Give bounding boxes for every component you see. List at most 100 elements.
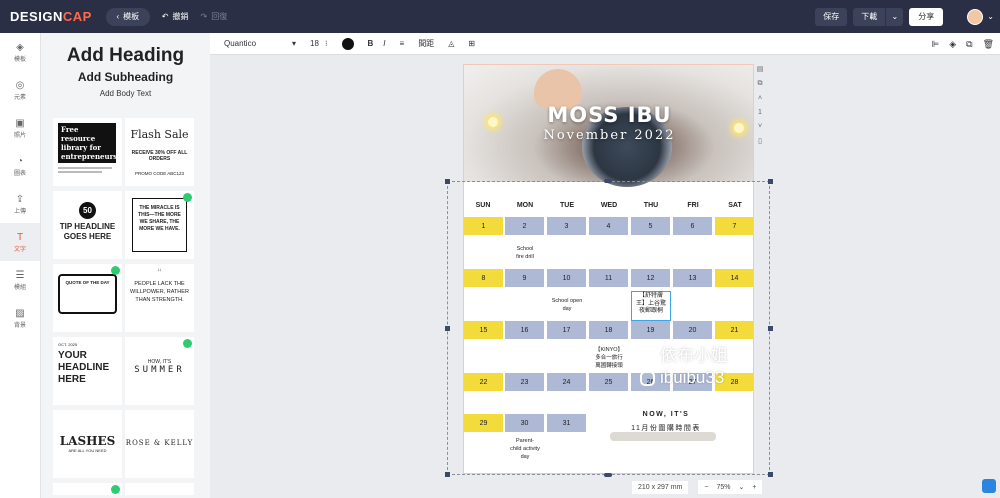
add-page-icon[interactable]: ▤ <box>757 65 764 73</box>
chevron-down-icon: ⌄ <box>891 12 899 21</box>
align-button[interactable]: ≡ <box>400 39 405 48</box>
page-title[interactable]: MOSS IBU <box>464 103 753 127</box>
back-to-templates-button[interactable]: ‹ 模板 <box>105 7 150 26</box>
delete-page-icon[interactable]: ▯ <box>758 137 762 145</box>
premium-badge <box>111 266 120 275</box>
download-button[interactable]: 下載 <box>853 7 886 26</box>
undo-button[interactable]: ↶ 撤銷 <box>162 11 189 22</box>
chevron-left-icon: ‹ <box>116 12 120 21</box>
nav-item-elements[interactable]: ◎ 元素 <box>0 71 40 109</box>
border-button[interactable]: ⊞ <box>468 39 475 48</box>
move-down-icon[interactable]: ˅ <box>758 123 762 130</box>
text-color-swatch[interactable] <box>341 37 354 50</box>
bottom-bar: 210 x 297 mm − 75% ⌄ + <box>632 477 763 497</box>
align-center-icon: ≡ <box>399 39 405 48</box>
list-icon: ☰ <box>15 269 25 281</box>
nav-item-charts[interactable]: ◔ 圖表 <box>0 147 40 185</box>
resize-handle[interactable] <box>604 473 612 477</box>
resize-handle[interactable] <box>445 326 450 331</box>
text-template-tile[interactable]: THE MIRACLE IS THIS—THE MORE WE SHARE, T… <box>125 191 194 259</box>
top-bar: DESIGNCAP ‹ 模板 ↶ 撤銷 ↷ 回復 保存 下載 ⌄ 分享 ⌄ <box>0 0 1000 33</box>
editing-text-box[interactable]: 【舒特膚 王】上谷驚 夜郵跟桐 <box>631 291 671 321</box>
text-template-tile[interactable]: OCT. 2025 YOUR HEADLINE HERE <box>53 337 122 405</box>
upload-icon: ⇪ <box>15 193 25 205</box>
photo-icon: ▣ <box>15 117 25 129</box>
paint-bucket-icon: ◬ <box>448 39 455 48</box>
watermark: 依布小姐 ibuibu33 <box>640 345 728 389</box>
left-nav: ◈ 模板 ◎ 元素 ▣ 照片 ◔ 圖表 ⇪ 上傳 T 文字 ☰ 模組 ▨ 背景 <box>0 33 41 498</box>
zoom-in-button[interactable]: + <box>752 484 756 491</box>
nav-item-text[interactable]: T 文字 <box>0 223 40 261</box>
copy-page-icon[interactable]: ⧉ <box>758 80 763 88</box>
page-size-label[interactable]: 210 x 297 mm <box>632 480 689 494</box>
redo-icon: ↷ <box>200 12 208 21</box>
premium-badge <box>183 193 192 202</box>
nav-item-modules[interactable]: ☰ 模組 <box>0 261 40 299</box>
text-panel: Add Heading Add Subheading Add Body Text… <box>41 33 210 498</box>
resize-handle[interactable] <box>604 179 612 183</box>
facebook-icon <box>640 348 655 364</box>
text-template-tile[interactable]: Free resource library for entrepreneurs <box>53 118 122 186</box>
zoom-level[interactable]: 75% <box>716 484 730 491</box>
save-button[interactable]: 保存 <box>815 7 848 26</box>
add-heading-button[interactable]: Add Heading <box>41 45 210 67</box>
premium-badge <box>111 485 120 494</box>
add-body-text-button[interactable]: Add Body Text <box>41 89 210 98</box>
text-template-tile[interactable] <box>125 483 194 495</box>
page-tools: ▤ ⧉ ˄ 1 ˅ ▯ <box>755 65 765 145</box>
spacing-button[interactable]: 間距 <box>418 38 434 49</box>
delete-icon[interactable]: 🗑 <box>983 39 994 50</box>
chevron-down-icon[interactable]: ⌄ <box>987 12 994 21</box>
resize-handle[interactable] <box>768 179 773 184</box>
text-icon: T <box>16 231 24 243</box>
text-template-tile[interactable]: LASHES ARE ALL YOU NEED <box>53 410 122 478</box>
app-logo[interactable]: DESIGNCAP <box>10 9 92 24</box>
nav-item-templates[interactable]: ◈ 模板 <box>0 33 40 71</box>
elements-icon: ◎ <box>15 79 25 91</box>
nav-item-photos[interactable]: ▣ 照片 <box>0 109 40 147</box>
nav-item-upload[interactable]: ⇪ 上傳 <box>0 185 40 223</box>
avatar[interactable] <box>967 8 984 25</box>
canvas-area: MOSS IBU November 2022 SUN MON TUE WED T… <box>210 55 1000 498</box>
resize-handle[interactable] <box>445 472 450 477</box>
chevron-down-icon[interactable]: ⌄ <box>738 483 744 491</box>
premium-badge <box>183 339 192 348</box>
font-size-select[interactable]: 18 ⁝ <box>310 39 327 48</box>
duplicate-icon[interactable]: ⧉ <box>966 39 972 50</box>
zoom-out-button[interactable]: − <box>704 484 708 491</box>
page-number: 1 <box>758 109 762 116</box>
italic-button[interactable]: I <box>383 39 385 48</box>
redo-button[interactable]: ↷ 回復 <box>201 11 228 22</box>
text-template-tile[interactable]: Flash Sale RECEIVE 30% OFF ALL ORDERS PR… <box>125 118 194 186</box>
format-toolbar: Quantico ▾ 18 ⁝ B I ≡ 間距 ◬ ⊞ ⊫ ◈ ⧉ 🗑 <box>210 33 1000 55</box>
resize-handle[interactable] <box>768 326 773 331</box>
download-options-button[interactable]: ⌄ <box>885 7 904 26</box>
caret-down-icon: ▾ <box>292 39 297 48</box>
text-template-tile[interactable]: ROSE & KELLY <box>125 410 194 478</box>
layers-order-icon[interactable]: ◈ <box>949 39 956 50</box>
resize-handle[interactable] <box>445 179 450 184</box>
share-button[interactable]: 分享 <box>909 7 944 26</box>
resize-handle[interactable] <box>768 472 773 477</box>
fill-button[interactable]: ◬ <box>448 39 454 48</box>
more-icon: ⁝ <box>324 39 328 48</box>
text-template-tile[interactable] <box>53 483 122 495</box>
text-template-tile[interactable]: “ PEOPLE LACK THE WILLPOWER, RATHER THAN… <box>125 264 194 332</box>
bold-button[interactable]: B <box>368 39 374 48</box>
nav-item-background[interactable]: ▨ 背景 <box>0 299 40 337</box>
align-objects-icon[interactable]: ⊫ <box>931 39 939 50</box>
background-icon: ▨ <box>15 307 25 319</box>
move-up-icon[interactable]: ˄ <box>758 95 762 102</box>
instagram-icon <box>640 370 655 386</box>
page-subtitle[interactable]: November 2022 <box>464 128 753 143</box>
add-subheading-button[interactable]: Add Subheading <box>41 70 210 84</box>
text-template-tile[interactable]: 50 TIP HEADLINE GOES HERE <box>53 191 122 259</box>
undo-icon: ↶ <box>161 12 169 21</box>
help-chat-icon[interactable] <box>982 479 996 493</box>
font-family-select[interactable]: Quantico ▾ <box>224 39 296 48</box>
selection-box <box>447 181 770 475</box>
chart-icon: ◔ <box>16 155 24 167</box>
text-template-tile[interactable]: QUOTE OF THE DAY <box>53 264 122 332</box>
text-template-tile[interactable]: HOW, IT'S SUMMER <box>125 337 194 405</box>
grid-icon: ⊞ <box>468 39 476 48</box>
